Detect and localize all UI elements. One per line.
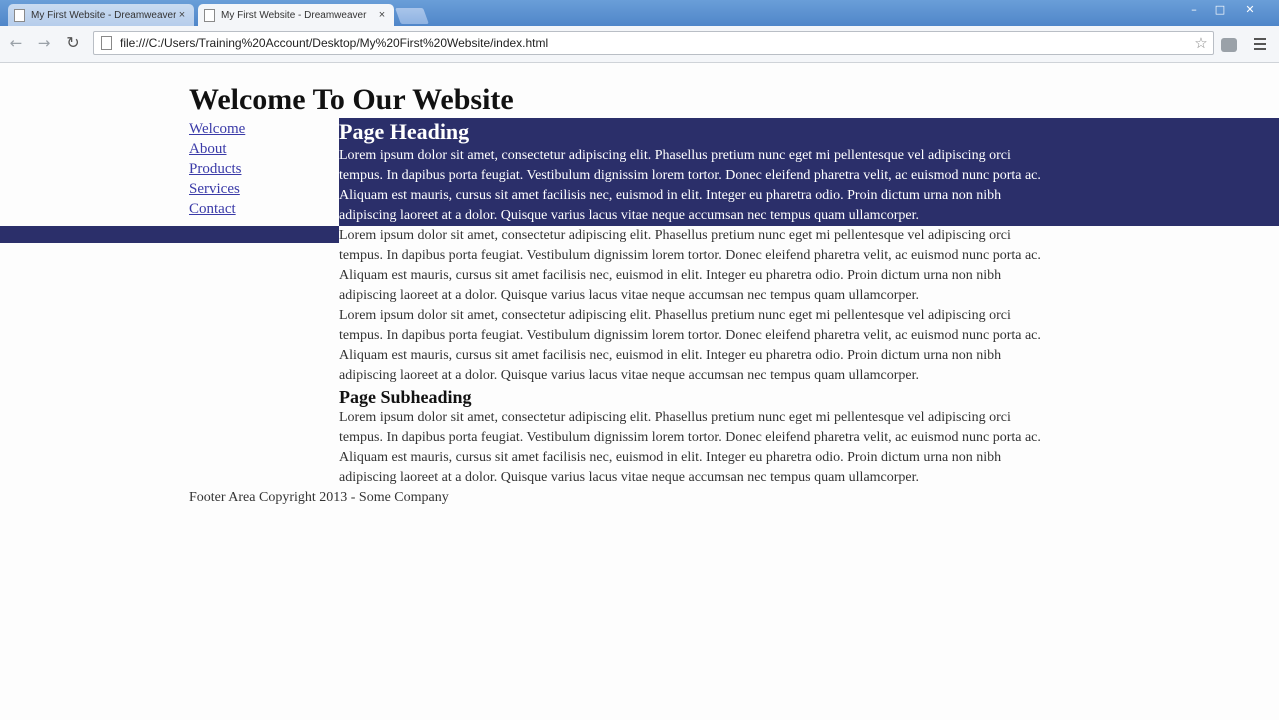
reload-icon[interactable]: ↻ bbox=[63, 33, 83, 53]
nav-link-contact[interactable]: Contact bbox=[189, 201, 236, 217]
browser-menu-icon[interactable] bbox=[1254, 38, 1266, 52]
text-line: adipiscing laoreet at a dolor. Quisque v… bbox=[339, 288, 920, 303]
text-line: adipiscing laoreet at a dolor. Quisque v… bbox=[339, 470, 920, 485]
bookmark-star-icon[interactable]: ☆ bbox=[1191, 34, 1211, 52]
forward-arrow-icon[interactable]: → bbox=[34, 33, 54, 53]
text-line: Aliquam est mauris, cursus sit amet faci… bbox=[339, 188, 1002, 203]
text-line: tempus. In dapibus porta feugiat. Vestib… bbox=[339, 248, 1041, 263]
address-url[interactable]: file:///C:/Users/Training%20Account/Desk… bbox=[120, 36, 1191, 50]
file-icon bbox=[101, 36, 112, 50]
text-line: Lorem ipsum dolor sit amet, consectetur … bbox=[339, 308, 1011, 323]
text-line: tempus. In dapibus porta feugiat. Vestib… bbox=[339, 328, 1041, 343]
nav-link-services[interactable]: Services bbox=[189, 181, 240, 197]
text-line: Aliquam est mauris, cursus sit amet faci… bbox=[339, 268, 1002, 283]
page-subheading: Page Subheading bbox=[339, 387, 472, 407]
page-icon bbox=[14, 8, 25, 22]
nav-link-about[interactable]: About bbox=[189, 141, 227, 157]
tab-label: My First Website - Dreamweaver bbox=[31, 9, 176, 21]
text-line: adipiscing laoreet at a dolor. Quisque v… bbox=[339, 368, 920, 383]
paragraph-2: Lorem ipsum dolor sit amet, consectetur … bbox=[339, 226, 1099, 306]
page-icon bbox=[204, 8, 215, 22]
text-line: tempus. In dapibus porta feugiat. Vestib… bbox=[339, 430, 1041, 445]
nav-link-products[interactable]: Products bbox=[189, 161, 242, 177]
tab-label: My First Website - Dreamweaver bbox=[221, 9, 367, 21]
maximize-icon[interactable]: □ bbox=[1209, 3, 1231, 17]
extension-icon[interactable] bbox=[1221, 38, 1237, 52]
text-line: Lorem ipsum dolor sit amet, consectetur … bbox=[339, 410, 1011, 425]
text-line: Aliquam est mauris, cursus sit amet faci… bbox=[339, 450, 1002, 465]
text-line: tempus. In dapibus porta feugiat. Vestib… bbox=[339, 168, 1041, 183]
browser-tab-2-active[interactable]: My First Website - Dreamweaver × bbox=[198, 4, 394, 26]
new-tab-button[interactable] bbox=[395, 8, 429, 24]
site-title: Welcome To Our Website bbox=[189, 83, 514, 116]
text-line: Aliquam est mauris, cursus sit amet faci… bbox=[339, 348, 1002, 363]
highlight-strip bbox=[0, 226, 339, 243]
paragraph-1: Lorem ipsum dolor sit amet, consectetur … bbox=[339, 146, 1099, 226]
paragraph-4: Lorem ipsum dolor sit amet, consectetur … bbox=[339, 408, 1099, 488]
text-line: Lorem ipsum dolor sit amet, consectetur … bbox=[339, 228, 1011, 243]
text-line: Lorem ipsum dolor sit amet, consectetur … bbox=[339, 148, 1011, 163]
main-content: Page Heading Lorem ipsum dolor sit amet,… bbox=[339, 118, 1099, 488]
window-close-icon[interactable]: ✕ bbox=[1239, 3, 1261, 17]
browser-titlebar: My First Website - Dreamweaver × My Firs… bbox=[0, 0, 1279, 26]
back-arrow-icon[interactable]: ← bbox=[6, 33, 26, 53]
site-nav: Welcome About Products Services Contact bbox=[189, 119, 245, 219]
address-bar[interactable]: file:///C:/Users/Training%20Account/Desk… bbox=[93, 31, 1214, 55]
browser-tab-1[interactable]: My First Website - Dreamweaver × bbox=[8, 4, 194, 26]
page-heading: Page Heading bbox=[339, 119, 470, 144]
paragraph-3: Lorem ipsum dolor sit amet, consectetur … bbox=[339, 306, 1099, 386]
text-line: adipiscing laoreet at a dolor. Quisque v… bbox=[339, 208, 920, 223]
tab-close-icon[interactable]: × bbox=[376, 9, 388, 21]
nav-link-welcome[interactable]: Welcome bbox=[189, 121, 245, 137]
minimize-icon[interactable]: – bbox=[1183, 3, 1205, 17]
tab-close-icon[interactable]: × bbox=[176, 9, 188, 21]
footer: Footer Area Copyright 2013 - Some Compan… bbox=[189, 490, 449, 505]
browser-toolbar: ← → ↻ file:///C:/Users/Training%20Accoun… bbox=[0, 26, 1279, 63]
